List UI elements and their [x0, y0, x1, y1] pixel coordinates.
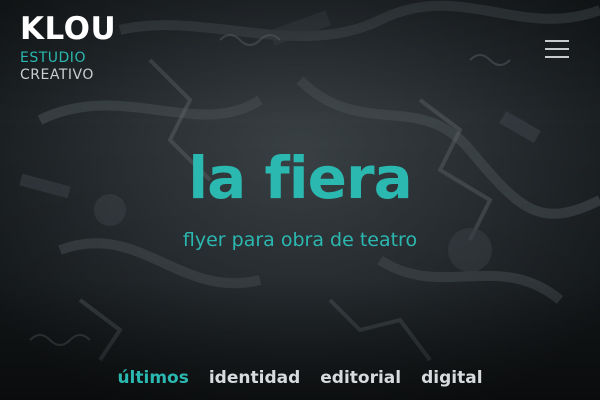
hero-title: la fiera [188, 144, 412, 212]
brand-name: KLOU [20, 11, 117, 47]
menu-bar [545, 40, 569, 42]
category-nav: últimos identidad editorial digital [0, 366, 600, 390]
brand-logo-link[interactable]: KLOU ESTUDIO CREATIVO [20, 12, 116, 84]
hamburger-menu-icon[interactable] [545, 40, 569, 60]
tab-identidad[interactable]: identidad [209, 366, 300, 390]
menu-bar [545, 48, 569, 50]
tab-digital[interactable]: digital [421, 366, 482, 390]
menu-bar [545, 56, 569, 58]
tab-editorial[interactable]: editorial [320, 366, 401, 390]
brand-tagline-line2: CREATIVO [20, 67, 94, 83]
tab-ultimos[interactable]: últimos [117, 366, 188, 390]
brand-tagline-line1: ESTUDIO [20, 50, 86, 66]
hero-subtitle: flyer para obra de teatro [182, 229, 418, 251]
